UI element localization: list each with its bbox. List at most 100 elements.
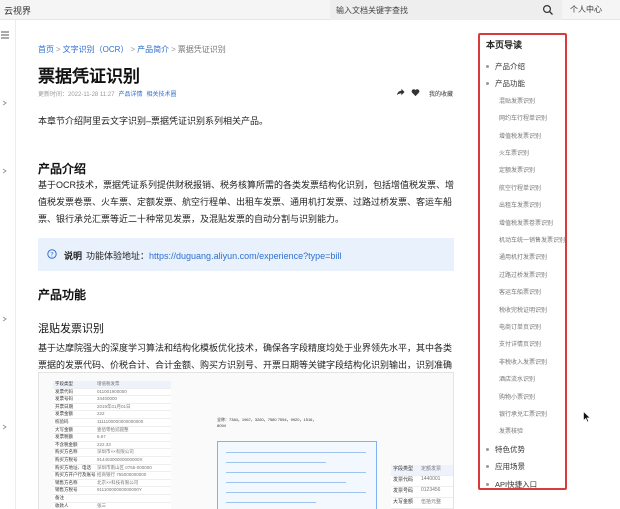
search-icon[interactable] — [542, 4, 554, 16]
brand-logo-text[interactable]: 云视界 — [4, 4, 31, 17]
toc-item-label: 火车票识别 — [499, 151, 530, 157]
toc-item-label: 酒店流水识别 — [499, 377, 536, 384]
updated-time: 更新时间：2022-11-28 11:27 — [38, 92, 115, 98]
heart-icon[interactable] — [411, 88, 420, 97]
toc-item[interactable]: 应用场景 — [480, 459, 565, 474]
toc-item[interactable]: 增值税发票识别 — [480, 129, 565, 144]
user-center-link[interactable]: 个人中心 — [570, 4, 602, 15]
chevron-right-icon[interactable] — [2, 316, 8, 322]
figure-table-row: 购买方名称 深圳市××有限公司 — [53, 449, 171, 457]
invoice-line — [226, 462, 326, 463]
figure-field-value: 壹佰零拾贰圆整 — [97, 426, 129, 432]
breadcrumb: 首页 > 文字识别（OCR） > 产品简介 > 票据凭证识别 — [38, 44, 226, 55]
toc-item[interactable]: 机动车统一销售发票识别 — [480, 233, 565, 248]
toc-item[interactable]: 银行承兑汇票识别 — [480, 407, 565, 422]
figure-table-row: 备注 — [53, 494, 171, 503]
toc-item-label: API快捷入口 — [495, 479, 538, 489]
figure-field-name: 备注 — [55, 494, 64, 500]
figure-field-name: 购买方开户行及账号 — [55, 472, 96, 478]
figure-table-row: 发票号码 0123456 — [391, 487, 453, 498]
toc-item-label: 机动车统一销售发票识别 — [499, 238, 566, 244]
chevron-right-icon[interactable] — [2, 168, 8, 174]
figure-table-row: 购买方税号 91440300000000000X — [53, 456, 171, 465]
toc-item[interactable]: 非税收入发票识别 — [480, 355, 565, 370]
toc-item[interactable]: 特色优势 — [480, 442, 565, 457]
toc-item-label: 购物小票识别 — [499, 394, 536, 401]
toc-bullet — [486, 465, 489, 469]
toc-item-label: 航空行程单识别 — [499, 185, 542, 192]
page-toc: 本页导读 产品介绍 产品功能 混贴发票识别 网约车行程单识别 增值税发票识别 火车票识别定… — [478, 33, 567, 490]
chevron-right-icon[interactable] — [2, 100, 8, 106]
figure-field-name: 收款人 — [55, 502, 69, 508]
figure-field-value — [97, 495, 171, 502]
figure-field-value: 增值税发票 — [97, 381, 120, 386]
breadcrumb-ocr[interactable]: 文字识别（OCR） — [63, 45, 129, 54]
figure-table-row: 校验码 1111100000000000000 — [53, 418, 171, 427]
toc-item[interactable]: 产品功能 — [480, 76, 565, 91]
experience-link[interactable]: https://duguang.aliyun.com/experience?ty… — [149, 251, 341, 261]
toc-item[interactable]: 电商订单页识别 — [480, 320, 565, 335]
figure-field-value: 91110000000000000Y — [97, 487, 142, 493]
figure-field-name: 发票代码 — [393, 477, 414, 483]
breadcrumb-product-intro[interactable]: 产品简介 — [137, 45, 169, 54]
toc-item-label: 发票核验 — [499, 429, 524, 436]
toc-item-label: 通用机打发票识别 — [499, 255, 548, 262]
search-box[interactable] — [330, 0, 562, 20]
figure-right-table: 字段类型定额发票发票代码1440001发票号码0123456大写金额伍拾元整小写… — [391, 465, 453, 509]
toc-item[interactable]: 混贴发票识别 — [480, 94, 565, 109]
figure-table-row: 发票金额 222 — [53, 411, 171, 419]
main-content: 首页 > 文字识别（OCR） > 产品简介 > 票据凭证识别 票据凭证识别 更新时间：202… — [38, 20, 458, 509]
toc-item-label: 电商订单页识别 — [499, 325, 542, 331]
toc-item[interactable]: 出租车发票识别 — [480, 198, 565, 213]
question-circle-icon: ? — [47, 249, 57, 259]
figure-field-value: 222.33 — [97, 441, 111, 447]
toc-item[interactable]: 购物小票识别 — [480, 390, 565, 405]
breadcrumb-separator: > — [130, 45, 136, 54]
toc-bullet — [486, 447, 489, 451]
figure-field-name: 发票代码 — [55, 388, 73, 394]
toc-item[interactable]: 网约车行程单识别 — [480, 111, 565, 126]
toc-item[interactable]: 火车票识别 — [480, 146, 565, 161]
toc-item[interactable]: 发票核验 — [480, 424, 565, 439]
figure-note: 全称：7384，1967，3260，7580 7594，9920，1516，80… — [217, 417, 317, 428]
toc-item-label: 产品功能 — [495, 79, 525, 89]
product-detail-link[interactable]: 产品详情 — [118, 92, 142, 98]
toc-item[interactable]: 产品介绍 — [480, 59, 565, 74]
figure-field-value: 北京××科技有限公司 — [97, 479, 139, 485]
figure-field-name: 购买方地址、电话 — [55, 464, 91, 470]
toc-item[interactable]: 航空行程单识别 — [480, 181, 565, 196]
share-icon[interactable] — [396, 88, 405, 97]
toc-bullet — [486, 82, 489, 86]
figure-field-name: 发票号码 — [393, 488, 414, 494]
mouse-cursor-icon — [583, 411, 591, 423]
note-text: 功能体验地址：https://duguang.aliyun.com/experi… — [86, 249, 341, 262]
breadcrumb-home[interactable]: 首页 — [38, 45, 54, 54]
toc-item[interactable]: 定额发票识别 — [480, 163, 565, 178]
toc-item[interactable]: 通用机打发票识别 — [480, 250, 565, 265]
toc-item[interactable]: API快捷入口 — [480, 477, 565, 492]
toc-item[interactable]: 支付详情页识别 — [480, 337, 565, 352]
figure-field-value: 6.67 — [97, 434, 106, 440]
mixed-invoice-figure: 字段类型 增值税发票 发票代码 011001900000 发票号码 34400000 开票日… — [38, 372, 454, 509]
toc-item-label: 定额发票识别 — [499, 168, 536, 175]
chevron-right-icon[interactable] — [2, 424, 8, 430]
figure-table-row: 发票代码 1440001 — [391, 476, 453, 487]
figure-field-value: 0123456 — [421, 487, 441, 493]
section-heading-product-features: 产品功能 — [38, 288, 87, 302]
related-tech-link[interactable]: 相关技术圈 — [147, 92, 177, 98]
breadcrumb-separator: > — [56, 45, 61, 54]
toc-item[interactable]: 酒店流水识别 — [480, 372, 565, 387]
favorites-link[interactable]: 我的收藏 — [429, 89, 453, 98]
toc-item[interactable]: 客运车船票识别 — [480, 285, 565, 300]
toc-item[interactable]: 税收完税证明识别 — [480, 303, 565, 318]
menu-icon[interactable] — [0, 30, 10, 40]
toc-item[interactable]: 增值税发票卷票识别 — [480, 216, 565, 231]
invoice-line — [226, 492, 366, 493]
product-intro-paragraph: 基于OCR技术，票据凭证系列提供财税报销、税务核算所需的各类发票结构化识别，包括… — [38, 180, 455, 224]
figure-field-name: 销售方名称 — [55, 479, 78, 485]
toc-item[interactable]: 过路过桥发票识别 — [480, 268, 565, 283]
search-input[interactable] — [336, 3, 532, 17]
figure-field-name: 不含税金额 — [55, 441, 78, 447]
figure-field-value: 伍拾元整 — [421, 499, 442, 505]
note-box: ? 说明 功能体验地址：https://duguang.aliyun.com/e… — [38, 238, 454, 271]
